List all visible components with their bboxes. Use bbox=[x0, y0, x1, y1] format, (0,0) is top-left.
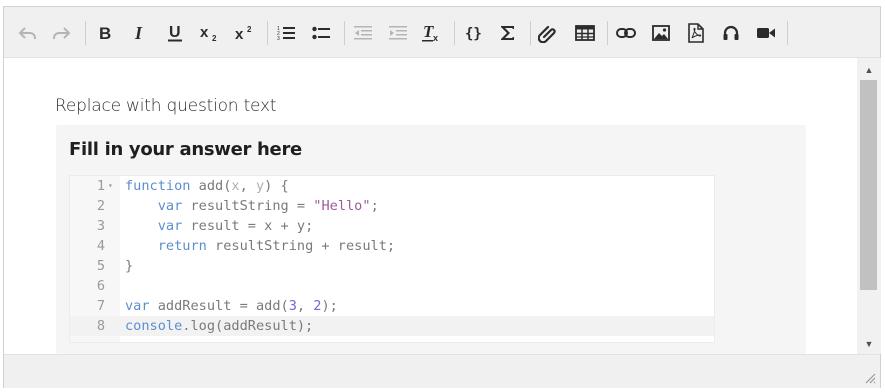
italic-icon[interactable]: I bbox=[127, 20, 153, 46]
scroll-up-arrow-icon[interactable]: ▲ bbox=[857, 60, 881, 80]
line-number: 2 bbox=[96, 198, 105, 214]
svg-text:x: x bbox=[235, 26, 244, 42]
editor-toolbar: B I U x2 x2 123 Tx {} bbox=[4, 7, 880, 58]
toolbar-separator bbox=[344, 21, 345, 45]
question-text[interactable]: Replace with question text bbox=[55, 96, 277, 116]
toolbar-separator bbox=[267, 21, 268, 45]
code-line[interactable]: 4 return resultString + result; bbox=[70, 236, 714, 256]
sigma-icon[interactable] bbox=[495, 20, 521, 46]
rich-text-editor: B I U x2 x2 123 Tx {} Replace with quest… bbox=[3, 6, 881, 388]
undo-icon[interactable] bbox=[15, 20, 41, 46]
code-line[interactable]: 5} bbox=[70, 256, 714, 276]
answer-box: Fill in your answer here 1 ▾ function add(… bbox=[56, 125, 806, 354]
code-text: var addResult = add(3, 2); bbox=[125, 298, 338, 314]
underline-icon[interactable]: U bbox=[162, 20, 188, 46]
table-icon[interactable] bbox=[572, 20, 598, 46]
svg-text:x: x bbox=[200, 24, 209, 41]
fold-arrow-icon[interactable]: ▾ bbox=[108, 176, 113, 196]
toolbar-separator bbox=[607, 21, 608, 45]
code-text: var resultString = "Hello"; bbox=[157, 198, 379, 214]
numbered-list-icon[interactable]: 123 bbox=[273, 20, 299, 46]
scroll-thumb[interactable] bbox=[860, 80, 877, 290]
resize-handle-icon[interactable] bbox=[864, 372, 876, 384]
editor-content-area[interactable]: Replace with question text Fill in your … bbox=[4, 58, 857, 354]
code-text: return resultString + result; bbox=[157, 238, 396, 254]
line-number: 4 bbox=[96, 238, 105, 254]
headphones-icon[interactable] bbox=[718, 20, 744, 46]
code-text: } bbox=[125, 258, 134, 274]
superscript-icon[interactable]: x2 bbox=[232, 20, 258, 46]
increase-indent-icon[interactable] bbox=[385, 20, 411, 46]
editor-statusbar bbox=[4, 354, 880, 388]
line-number: 5 bbox=[96, 258, 105, 274]
code-line[interactable]: 7 var addResult = add(3, 2); bbox=[70, 296, 714, 316]
redo-icon[interactable] bbox=[48, 20, 74, 46]
code-text: function add(x, y) { bbox=[125, 178, 289, 194]
code-editor[interactable]: 1 ▾ function add(x, y) { 2 var resultString… bbox=[69, 175, 715, 343]
code-line[interactable]: 1 ▾ function add(x, y) { bbox=[70, 176, 714, 196]
code-braces-icon[interactable]: {} bbox=[461, 20, 487, 46]
svg-text:{}: {} bbox=[465, 26, 482, 41]
svg-text:2: 2 bbox=[212, 34, 217, 42]
svg-text:B: B bbox=[99, 25, 111, 41]
toolbar-separator bbox=[454, 21, 455, 45]
svg-text:2: 2 bbox=[247, 25, 252, 34]
link-icon[interactable] bbox=[613, 20, 639, 46]
code-text: console.log(addResult); bbox=[125, 318, 314, 334]
bold-icon[interactable]: B bbox=[92, 20, 118, 46]
svg-text:I: I bbox=[134, 25, 143, 41]
pdf-icon[interactable] bbox=[683, 20, 709, 46]
toolbar-separator bbox=[85, 21, 86, 45]
line-number: 1 bbox=[96, 178, 105, 194]
code-line[interactable]: 6 bbox=[70, 276, 714, 296]
line-number: 8 bbox=[96, 318, 105, 334]
decrease-indent-icon[interactable] bbox=[350, 20, 376, 46]
subscript-icon[interactable]: x2 bbox=[197, 20, 223, 46]
code-line[interactable]: 3 var result = x + y; bbox=[70, 216, 714, 236]
code-line[interactable]: 2 var resultString = "Hello"; bbox=[70, 196, 714, 216]
code-text: var result = x + y; bbox=[157, 218, 314, 234]
svg-text:3: 3 bbox=[277, 36, 280, 41]
paperclip-icon[interactable] bbox=[535, 20, 561, 46]
line-number: 6 bbox=[96, 278, 105, 294]
image-icon[interactable] bbox=[648, 20, 674, 46]
scroll-down-arrow-icon[interactable]: ▼ bbox=[857, 334, 881, 354]
code-line[interactable]: 8 console.log(addResult); bbox=[70, 316, 714, 336]
bulleted-list-icon[interactable] bbox=[308, 20, 334, 46]
toolbar-separator bbox=[530, 21, 531, 45]
svg-text:x: x bbox=[433, 33, 438, 42]
video-camera-icon[interactable] bbox=[753, 20, 779, 46]
vertical-scrollbar[interactable]: ▲ ▼ bbox=[857, 58, 881, 354]
toolbar-separator bbox=[787, 21, 788, 45]
answer-title: Fill in your answer here bbox=[69, 139, 302, 160]
svg-text:U: U bbox=[169, 24, 181, 41]
line-number: 7 bbox=[96, 298, 105, 314]
line-number: 3 bbox=[96, 218, 105, 234]
clear-formatting-icon[interactable]: Tx bbox=[419, 20, 445, 46]
